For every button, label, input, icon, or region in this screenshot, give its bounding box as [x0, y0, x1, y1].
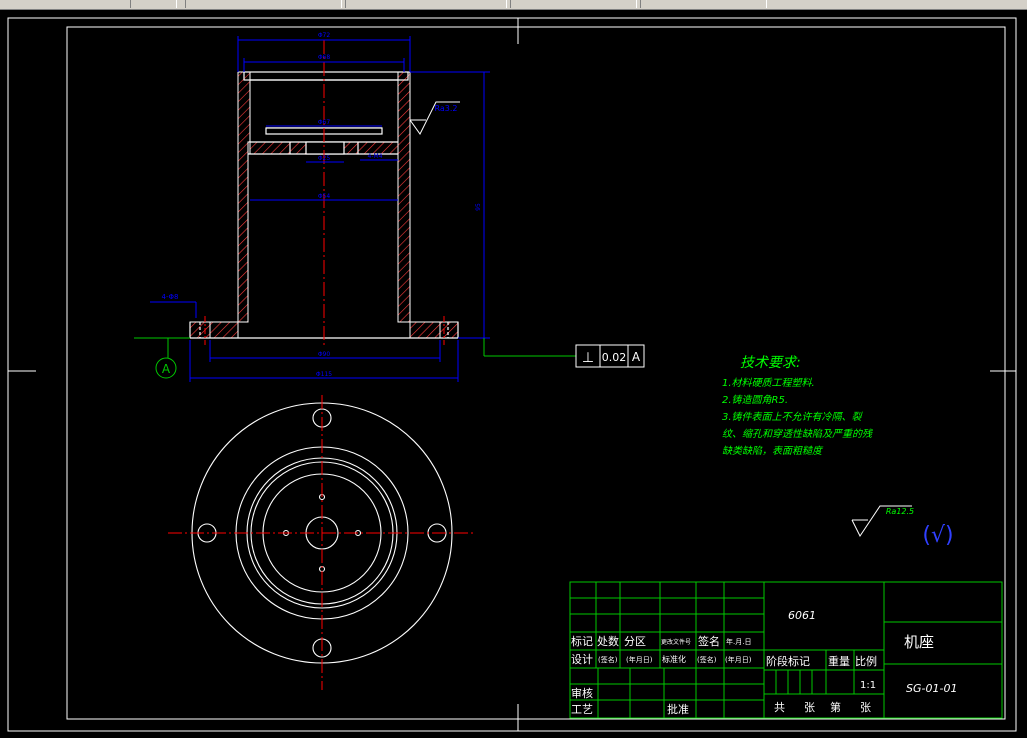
dim-mid-inner: Φ67	[318, 119, 331, 126]
svg-text:(年月日): (年月日)	[725, 655, 752, 664]
material: 6061	[788, 609, 816, 622]
notes-line2: 2.铸造圆角R5.	[722, 394, 788, 406]
hole-callout: 4-Φ8	[162, 293, 179, 301]
svg-text:第: 第	[830, 700, 841, 714]
process-label: 工艺	[571, 703, 593, 716]
ratio-label: 比例	[855, 654, 877, 668]
datum-label: A	[162, 362, 171, 376]
dim-height: 95	[475, 203, 482, 211]
notes-title: 技术要求:	[740, 355, 801, 371]
svg-text:签名: 签名	[698, 634, 720, 648]
review-label: 审核	[571, 686, 593, 700]
toolbar-dropdown[interactable]	[185, 0, 342, 8]
svg-text:设计: 设计	[571, 653, 593, 666]
dim-small-bore: Φ25	[318, 155, 331, 162]
tolerance-leader	[483, 338, 576, 357]
svg-text:(签名): (签名)	[598, 655, 618, 664]
toolbar-icons[interactable]	[130, 0, 177, 8]
center-marks	[8, 18, 1016, 731]
weight-label: 重量	[828, 654, 850, 668]
svg-text:张: 张	[860, 701, 871, 714]
part-name: 机座	[904, 633, 934, 651]
drawing-canvas[interactable]: A Φ72 Φ68 Φ67 Φ25 Φ54 Φ90 Φ115 95 4-M4 4…	[0, 10, 1027, 734]
svg-text:共: 共	[774, 701, 785, 714]
notes-line3: 3.铸件表面上不允许有冷隔、裂	[722, 411, 864, 423]
svg-text:更改文件号: 更改文件号	[661, 638, 691, 646]
tolerance-symbol: ⊥	[582, 350, 594, 366]
dim-top-inner: Φ68	[318, 54, 331, 61]
notes-line4: 纹、缩孔和穿透性缺陷及严重的残	[722, 428, 873, 440]
technical-notes: 技术要求: 1.材料硬质工程塑料. 2.铸造圆角R5. 3.铸件表面上不允许有冷…	[722, 355, 873, 457]
scale-value: 1:1	[860, 680, 876, 691]
inner-frame	[66, 26, 1006, 720]
svg-text:处数: 处数	[597, 635, 619, 648]
dim-base-outer: Φ115	[316, 371, 332, 378]
application-toolbar	[0, 0, 1027, 10]
roughness-general: Ra12.5	[886, 507, 914, 516]
dim-thread-note: 4-M4	[368, 153, 383, 160]
plan-centerlines	[168, 395, 476, 690]
svg-text:分区: 分区	[624, 635, 646, 648]
svg-text:标准化: 标准化	[662, 654, 686, 664]
notes-line1: 1.材料硬质工程塑料.	[722, 377, 815, 389]
tolerance-value: 0.02	[602, 351, 627, 364]
tolerance-datum: A	[632, 350, 641, 364]
base-right-hatch	[439, 321, 459, 339]
roughness-bracket: (√)	[922, 523, 953, 548]
dim-body-inner: Φ54	[318, 193, 331, 200]
drawing-number: SG-01-01	[906, 682, 957, 695]
outer-frame	[7, 17, 1017, 732]
toolbar-dropdown[interactable]	[510, 0, 637, 8]
toolbar-dropdown[interactable]	[640, 0, 767, 8]
approve-label: 批准	[667, 702, 689, 716]
stage-mark: 阶段标记	[766, 654, 810, 668]
notes-line5: 缺类缺陷，表面粗糙度	[722, 445, 824, 457]
cad-drawing: A Φ72 Φ68 Φ67 Φ25 Φ54 Φ90 Φ115 95 4-M4 4…	[7, 17, 1017, 732]
dim-top-outer: Φ72	[318, 32, 331, 39]
left-wall-hatch	[209, 71, 251, 339]
svg-text:(年月日): (年月日)	[626, 655, 653, 664]
dim-base-inner: Φ90	[318, 351, 331, 358]
svg-text:年.月.日: 年.月.日	[726, 637, 751, 646]
toolbar-dropdown[interactable]	[345, 0, 507, 8]
section-view: A	[134, 40, 459, 379]
tolerance-frame: ⊥ 0.02 A	[575, 344, 645, 368]
roughness-local: Ra3.2	[434, 104, 457, 113]
title-block	[569, 581, 1003, 719]
svg-text:标记: 标记	[571, 634, 593, 648]
svg-text:(签名): (签名)	[697, 655, 717, 664]
svg-text:张: 张	[804, 701, 815, 714]
